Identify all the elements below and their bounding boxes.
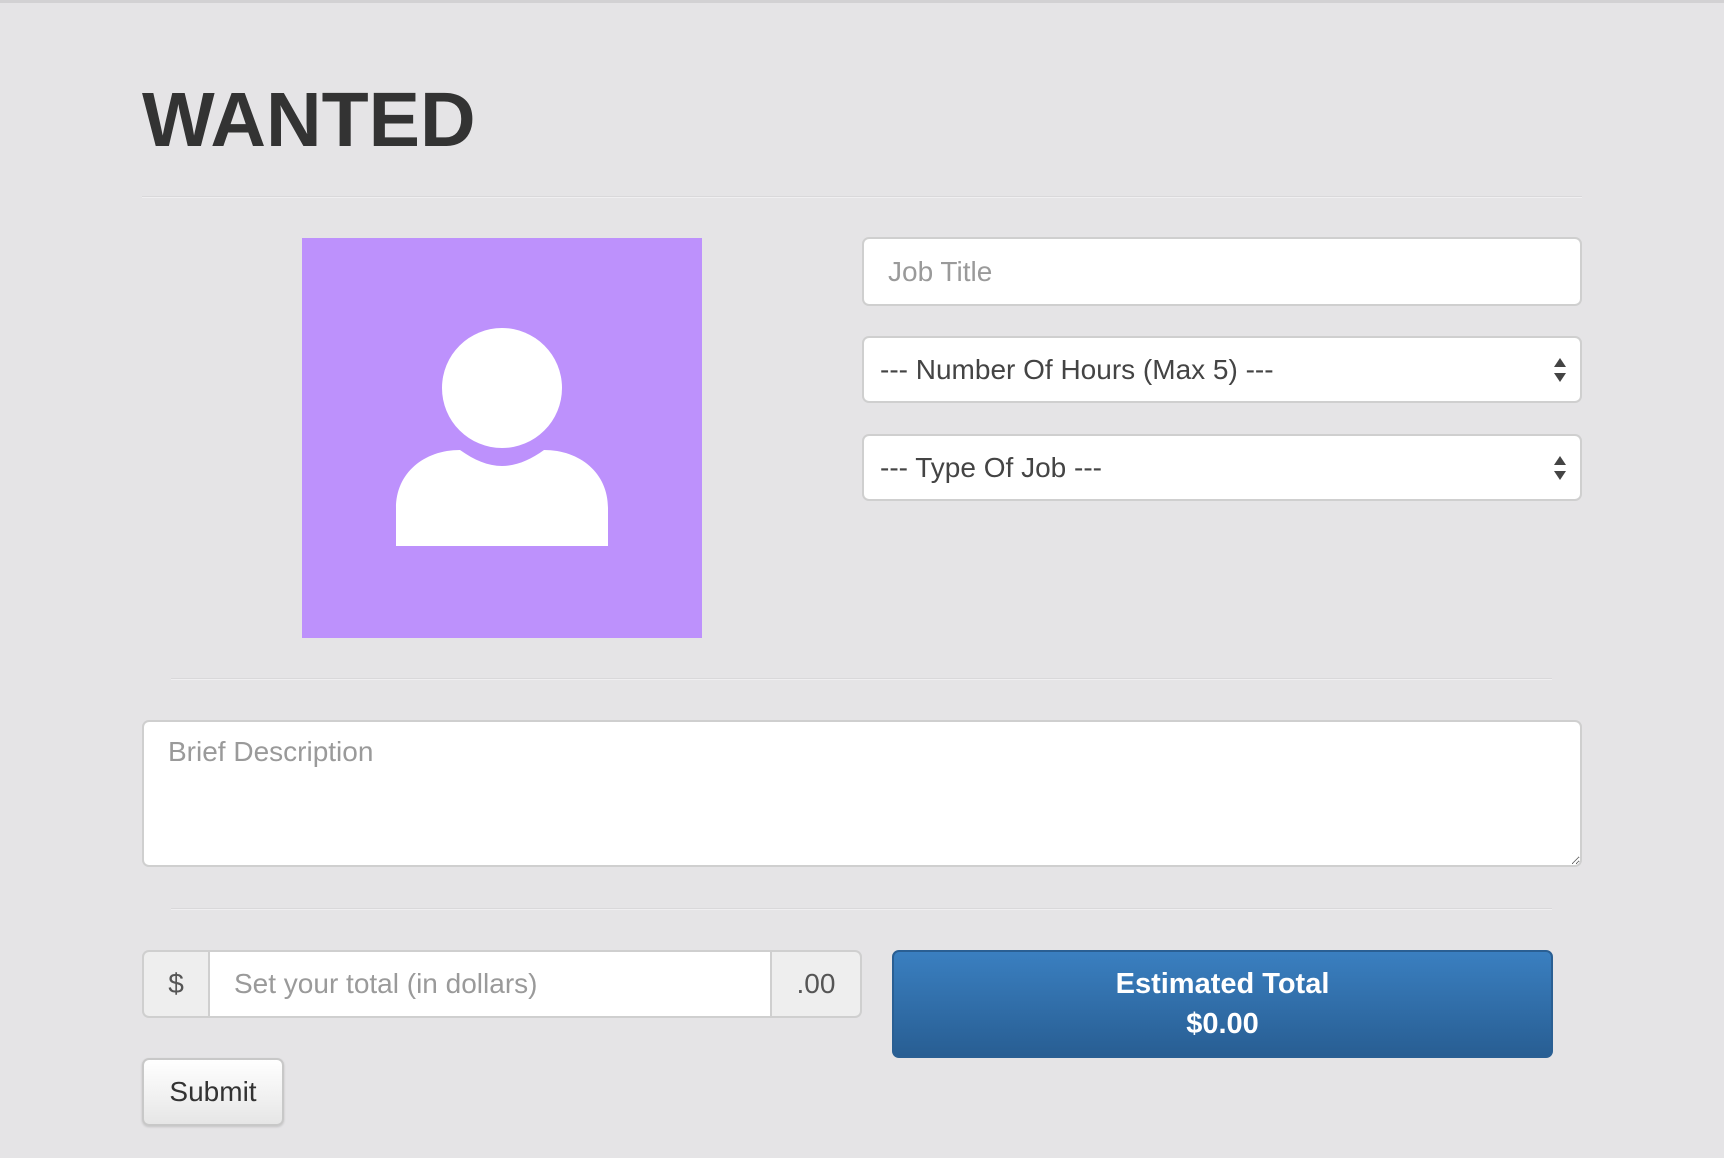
total-amount-input[interactable] [208,950,772,1018]
divider [142,196,1582,198]
hours-select-value: --- Number Of Hours (Max 5) --- [880,353,1274,385]
window-top-edge [0,0,1724,3]
select-arrows-icon [1554,357,1566,382]
hours-select[interactable]: --- Number Of Hours (Max 5) --- [862,336,1582,403]
currency-addon: $ [142,950,210,1018]
cents-addon: .00 [770,950,862,1018]
submit-button[interactable]: Submit [142,1058,284,1126]
estimated-total-value: $0.00 [1186,1008,1259,1040]
select-arrows-icon [1554,455,1566,480]
job-type-select-value: --- Type Of Job --- [880,451,1102,483]
divider [171,908,1552,910]
job-type-select[interactable]: --- Type Of Job --- [862,434,1582,501]
page-title: WANTED [142,77,476,163]
estimated-total-button[interactable]: Estimated Total $0.00 [892,950,1553,1058]
estimated-total-label: Estimated Total [1115,968,1330,1000]
description-textarea[interactable] [142,720,1582,867]
divider [171,678,1552,680]
avatar[interactable] [302,238,702,638]
job-title-input[interactable] [862,237,1582,306]
user-placeholder-icon [396,328,608,546]
